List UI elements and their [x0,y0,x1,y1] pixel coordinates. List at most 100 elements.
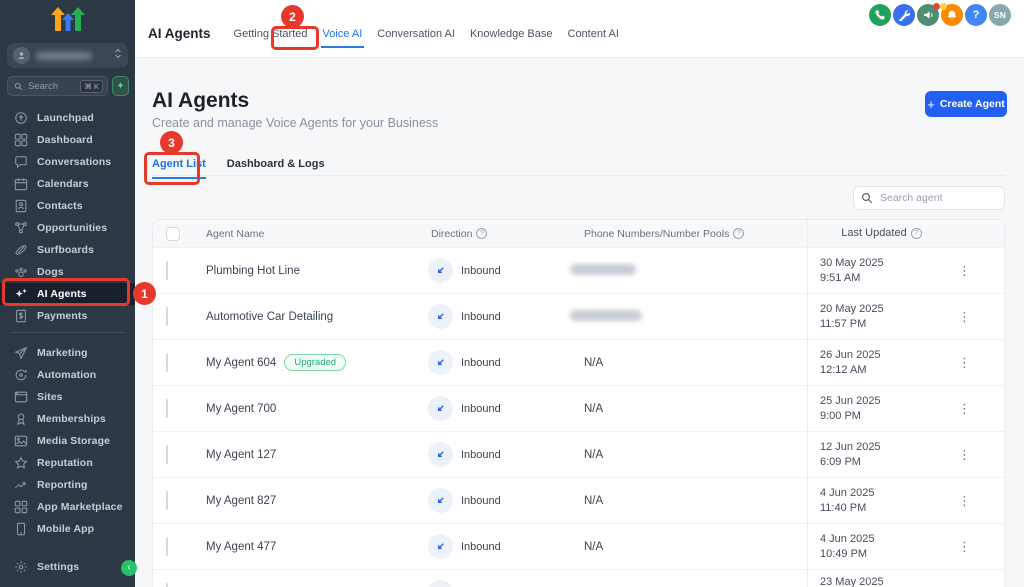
notification-dot [940,3,947,10]
tab-getting-started[interactable]: Getting Started [234,28,308,40]
sidebar-item-settings[interactable]: Settings [0,556,135,578]
tab-conversation-ai[interactable]: Conversation AI [377,28,455,40]
sidebar-item-surfboards[interactable]: Surfboards [0,239,135,261]
col-agent-name: Agent Name [193,228,423,240]
row-checkbox[interactable] [166,353,168,372]
row-menu-button[interactable] [943,263,1006,279]
sidebar-item-conversations[interactable]: Conversations [0,151,135,173]
row-checkbox[interactable] [166,537,168,556]
search-icon [14,82,23,91]
topbar-title: AI Agents [148,26,211,41]
announcements-button[interactable] [917,4,939,26]
help-icon[interactable] [911,228,922,239]
sidebar-collapse-button[interactable]: ‹ [121,560,137,576]
table-row[interactable]: Automotive Car Detailing Inbound 20 May … [153,293,1004,339]
table-row-partial[interactable]: 23 May 2025 [153,569,1004,587]
row-checkbox[interactable] [166,445,168,464]
app-marketplace-icon [14,500,28,514]
gohighlevel-logo-icon [0,7,135,33]
redacted-phone-number [570,264,636,275]
account-avatar-icon [13,47,30,64]
user-avatar[interactable]: SN [989,4,1011,26]
sidebar-item-dashboard[interactable]: Dashboard [0,129,135,151]
notification-dot [933,3,940,10]
sidebar-search-placeholder: Search [28,81,75,92]
table-row[interactable]: My Agent 700 Inbound N/A 25 Jun 20259:00… [153,385,1004,431]
help-button[interactable]: ? [965,4,987,26]
row-menu-button[interactable] [943,309,1006,325]
table-row[interactable]: My Agent 127 Inbound N/A 12 Jun 20256:09… [153,431,1004,477]
table-row[interactable]: My Agent 604Upgraded Inbound N/A 26 Jun … [153,339,1004,385]
sidebar-menu-bottom: Marketing Automation Sites Memberships M… [0,342,135,540]
sidebar-item-marketing[interactable]: Marketing [0,342,135,364]
agent-name: My Agent 827 [193,495,423,507]
tab-content-ai[interactable]: Content AI [568,28,619,40]
topbar: AI Agents Getting Started Voice AI Conve… [135,0,1024,58]
sidebar-item-ai-agents[interactable]: AI Agents [0,283,135,305]
sidebar-item-contacts[interactable]: Contacts [0,195,135,217]
sidebar-item-calendars[interactable]: Calendars [0,173,135,195]
agent-search [853,186,1005,210]
ai-assistant-button[interactable]: ✦ [112,76,129,96]
phone-button[interactable] [869,4,891,26]
automation-icon [14,368,28,382]
row-checkbox[interactable] [166,307,168,326]
help-icon[interactable] [733,228,744,239]
tabs-divider [152,175,1005,176]
inbound-icon [428,350,453,375]
row-checkbox[interactable] [166,261,168,280]
table-row[interactable]: My Agent 477 Inbound N/A 4 Jun 202510:49… [153,523,1004,569]
row-checkbox[interactable] [166,399,168,418]
tab-knowledge-base[interactable]: Knowledge Base [470,28,553,40]
row-menu-button[interactable] [943,447,1006,463]
row-checkbox[interactable] [166,491,168,510]
select-all-checkbox[interactable] [166,227,180,241]
sidebar-item-media-storage[interactable]: Media Storage [0,430,135,452]
sparkle-icon: ✦ [116,81,124,92]
sidebar-item-reputation[interactable]: Reputation [0,452,135,474]
ai-agents-icon [14,287,28,301]
sidebar-search-input[interactable]: Search ⌘ K [7,76,108,96]
help-icon[interactable] [476,228,487,239]
row-menu-button[interactable] [943,355,1006,371]
row-menu-button[interactable] [943,493,1006,509]
inbound-icon [428,488,453,513]
sidebar-item-payments[interactable]: Payments [0,305,135,327]
sidebar-item-dogs[interactable]: Dogs [0,261,135,283]
sidebar-item-memberships[interactable]: Memberships [0,408,135,430]
table-row[interactable]: My Agent 827 Inbound N/A 4 Jun 202511:40… [153,477,1004,523]
sidebar-item-automation[interactable]: Automation [0,364,135,386]
megaphone-icon [922,9,934,21]
content-area: AI Agents Create and manage Voice Agents… [135,58,1024,587]
sidebar-menu-top: Launchpad Dashboard Conversations Calend… [0,107,135,327]
phone-number: N/A [568,449,603,461]
payments-icon [14,309,28,323]
phone-number: N/A [568,495,603,507]
notifications-button[interactable] [941,4,963,26]
table-row[interactable]: Plumbing Hot Line Inbound 30 May 20259:5… [153,247,1004,293]
agent-search-input[interactable] [853,186,1005,210]
sidebar-item-app-marketplace[interactable]: App Marketplace [0,496,135,518]
tab-voice-ai[interactable]: Voice AI [323,28,363,40]
create-agent-button[interactable]: Create Agent [925,91,1007,117]
chevron-left-icon: ‹ [127,563,130,573]
mobile-app-icon [14,522,28,536]
surfboards-icon [14,243,28,257]
sidebar-item-sites[interactable]: Sites [0,386,135,408]
row-menu-button[interactable] [943,401,1006,417]
page-subtitle: Create and manage Voice Agents for your … [152,116,438,130]
row-menu-button[interactable] [943,539,1006,555]
phone-icon [874,9,886,21]
phone-number: N/A [568,357,603,369]
agent-name: My Agent 127 [193,449,423,461]
row-checkbox[interactable] [166,583,168,587]
sidebar-item-opportunities[interactable]: Opportunities [0,217,135,239]
dashboard-icon [14,133,28,147]
sidebar-item-mobile-app[interactable]: Mobile App [0,518,135,540]
account-switcher[interactable] [7,43,128,68]
sidebar-item-reporting[interactable]: Reporting [0,474,135,496]
sidebar-item-launchpad[interactable]: Launchpad [0,107,135,129]
tools-button[interactable] [893,4,915,26]
media-storage-icon [14,434,28,448]
sites-icon [14,390,28,404]
